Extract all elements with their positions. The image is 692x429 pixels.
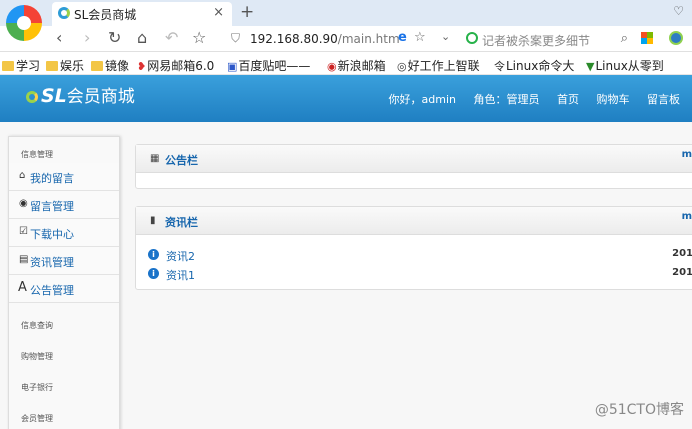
list-item[interactable]: i 资讯1 201 <box>148 266 692 282</box>
nav-board-link[interactable]: 留言板 <box>647 93 680 106</box>
search-input[interactable]: 记者被杀案更多细节 ⌕ <box>462 29 634 49</box>
sidebar-item-label: 资讯管理 <box>30 256 74 269</box>
watermark: @51CTO博客 <box>594 402 684 418</box>
site-header: SL会员商城 你好，admin 角色：管理员 首页 购物车 留言板 <box>0 75 692 122</box>
grid-icon: ▦ <box>150 153 160 164</box>
home-button[interactable]: ⌂ <box>137 29 147 47</box>
extension-icon[interactable] <box>669 31 683 45</box>
user-role: 角色：管理员 <box>473 93 540 106</box>
news-date: 201 <box>672 248 692 259</box>
font-icon: A <box>18 280 27 295</box>
bookmarks-bar: 学习 娱乐 镜像 ❥网易邮箱6.0 ▣百度贴吧—— ◉新浪邮箱 ◎好工作上智联 … <box>0 53 692 75</box>
home-icon: ⌂ <box>19 170 26 181</box>
new-tab-button[interactable]: + <box>240 2 254 22</box>
bookmark-item[interactable]: ▣百度贴吧—— <box>227 57 310 74</box>
favorite-button[interactable]: ☆ <box>192 29 206 47</box>
notice-more-link[interactable]: m <box>682 149 692 160</box>
edit-icon: ☑ <box>19 226 28 237</box>
sidebar-group-query[interactable]: 信息查询 <box>21 320 53 331</box>
sidebar-item-my-messages[interactable]: ⌂ 我的留言 <box>9 163 119 191</box>
sidebar-group-shopping[interactable]: 购物管理 <box>21 351 53 362</box>
page-body: 信息管理 ⌂ 我的留言 ◉ 留言管理 ☑ 下载中心 ▤ 资讯管理 A 公告管理 … <box>0 122 692 429</box>
info-icon: i <box>148 268 159 279</box>
folder-icon <box>46 61 58 71</box>
sidebar-item-label: 我的留言 <box>30 172 74 185</box>
sidebar-item-news-admin[interactable]: ▤ 资讯管理 <box>9 247 119 275</box>
notice-panel-header: ▦ 公告栏 m <box>136 145 692 173</box>
sidebar-group-title: 信息管理 <box>21 150 53 159</box>
sidebar-item-downloads[interactable]: ☑ 下载中心 <box>9 219 119 247</box>
news-more-link[interactable]: m <box>682 211 692 222</box>
bookmark-star-icon[interactable]: ☆ <box>414 30 426 45</box>
folder-icon <box>2 61 14 71</box>
back-button[interactable]: ‹ <box>56 29 62 47</box>
news-panel-header: ▮ 资讯栏 m <box>136 207 692 235</box>
notice-panel-title: 公告栏 <box>165 154 198 167</box>
notice-panel: ▦ 公告栏 m <box>135 144 692 189</box>
news-panel-title: 资讯栏 <box>165 216 198 229</box>
document-icon: ▮ <box>150 215 156 226</box>
news-panel: ▮ 资讯栏 m i 资讯2 201 i 资讯1 201 <box>135 206 692 290</box>
sidebar-group-members[interactable]: 会员管理 <box>21 413 53 424</box>
logo-mark-icon <box>26 91 38 103</box>
bookmark-item[interactable]: ◉新浪邮箱 <box>327 57 386 74</box>
chevron-down-icon[interactable]: ⌄ <box>441 30 450 43</box>
zhilian-icon: ◎ <box>397 60 407 73</box>
sidebar-item-label: 留言管理 <box>30 200 74 213</box>
sidebar: 信息管理 ⌂ 我的留言 ◉ 留言管理 ☑ 下载中心 ▤ 资讯管理 A 公告管理 … <box>8 136 120 429</box>
site-logo[interactable]: SL会员商城 <box>26 82 135 107</box>
news-title[interactable]: 资讯2 <box>166 248 195 264</box>
sidebar-item-label: 公告管理 <box>30 284 74 297</box>
netease-icon: ❥ <box>137 60 147 73</box>
news-title[interactable]: 资讯1 <box>166 267 195 283</box>
bookmark-item[interactable]: 令Linux命令大 <box>494 57 574 74</box>
tab-title: SL会员商城 <box>74 8 137 22</box>
sidebar-item-message-admin[interactable]: ◉ 留言管理 <box>9 191 119 219</box>
top-nav: 你好，admin 角色：管理员 首页 购物车 留言板 <box>375 91 680 107</box>
sidebar-group-bank[interactable]: 电子银行 <box>21 382 53 393</box>
baidu-icon: ▣ <box>227 60 238 73</box>
nav-cart-link[interactable]: 购物车 <box>597 93 630 106</box>
apps-grid-icon[interactable] <box>641 32 653 44</box>
linux-icon: 令 <box>494 60 505 73</box>
forward-button[interactable]: › <box>84 29 90 47</box>
heart-menu-icon[interactable]: ♡ <box>673 4 684 18</box>
sidebar-item-notice-admin[interactable]: A 公告管理 <box>9 275 119 303</box>
browser-toolbar: ‹ › ↻ ⌂ ↶ ☆ ⛉ 192.168.80.90/main.htm e ☆… <box>0 26 692 52</box>
eye-icon: ◉ <box>19 198 28 209</box>
bookmark-item[interactable]: 娱乐 <box>46 57 84 74</box>
bookmark-item[interactable]: ❥网易邮箱6.0 <box>137 57 214 74</box>
shield-icon: ⛉ <box>231 31 241 45</box>
search-placeholder: 记者被杀案更多细节 <box>482 34 591 48</box>
folder-icon <box>91 61 103 71</box>
sidebar-item-label: 下载中心 <box>30 228 74 241</box>
list-icon: ▤ <box>19 254 29 265</box>
browser-tab[interactable]: SL会员商城 × <box>52 2 232 26</box>
site-favicon-icon <box>58 7 70 19</box>
bookmark-item[interactable]: 学习 <box>2 57 40 74</box>
info-icon: i <box>148 249 159 260</box>
undo-button[interactable]: ↶ <box>165 29 178 47</box>
news-date: 201 <box>672 267 692 278</box>
browser-logo-icon[interactable] <box>6 5 42 41</box>
linux2-icon: ▼ <box>586 60 595 73</box>
nav-home-link[interactable]: 首页 <box>557 93 579 106</box>
browser-tab-bar: SL会员商城 × + ♡ <box>0 0 692 41</box>
search-icon[interactable]: ⌕ <box>621 31 628 46</box>
bookmark-item[interactable]: ▼Linux从零到 <box>586 57 664 74</box>
ie-mode-icon[interactable]: e <box>398 30 407 45</box>
search-engine-icon <box>466 32 478 44</box>
url-text: 192.168.80.90/main.htm <box>250 32 400 46</box>
user-greeting: 你好，admin <box>388 93 456 106</box>
bookmark-item[interactable]: 镜像 <box>91 57 129 74</box>
reload-button[interactable]: ↻ <box>108 29 121 47</box>
sina-icon: ◉ <box>327 60 337 73</box>
bookmark-item[interactable]: ◎好工作上智联 <box>397 57 480 74</box>
close-tab-icon[interactable]: × <box>213 5 224 20</box>
list-item[interactable]: i 资讯2 201 <box>148 247 692 263</box>
